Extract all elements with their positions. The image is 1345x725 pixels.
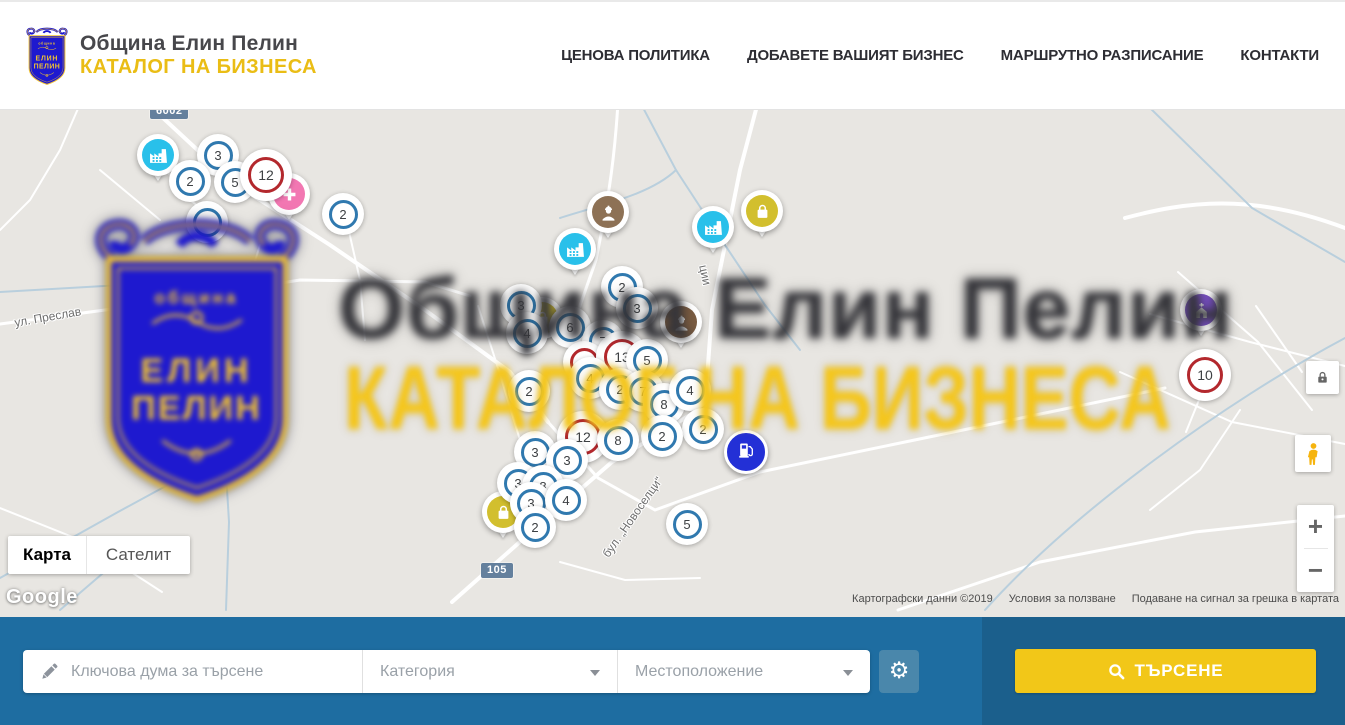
- map-canvas[interactable]: 6002105ул. Преславбул. „Новоселци“ции 32…: [0, 110, 1345, 617]
- map-cluster[interactable]: 2: [682, 408, 724, 450]
- pencil-icon: [40, 662, 59, 681]
- location-select-value: Местоположение: [635, 663, 763, 681]
- map-cluster[interactable]: 5: [666, 503, 708, 545]
- site-subtitle: КАТАЛОГ НА БИЗНЕСА: [80, 56, 317, 79]
- search-input-group: Категория Местоположение: [23, 650, 870, 693]
- lock-icon: [1315, 370, 1330, 385]
- keyword-search-input[interactable]: [71, 663, 362, 681]
- zoom-control: + −: [1297, 505, 1334, 592]
- map-cluster[interactable]: 2: [508, 370, 550, 412]
- factory-icon: [559, 233, 591, 265]
- factory-pin[interactable]: [554, 228, 596, 284]
- fuel-pin[interactable]: [724, 430, 768, 474]
- nav-contacts[interactable]: КОНТАКТИ: [1240, 47, 1319, 64]
- lock-button[interactable]: [1306, 361, 1339, 394]
- worker-pin[interactable]: [660, 301, 702, 357]
- keyword-field-section: [23, 650, 362, 693]
- site-title: Община Елин Пелин: [80, 32, 317, 56]
- attribution-copyright: Картографски данни ©2019: [852, 593, 993, 605]
- gear-icon: ⚙: [889, 660, 910, 683]
- location-select[interactable]: Местоположение: [617, 650, 870, 693]
- map-cluster[interactable]: [186, 201, 228, 243]
- map-cluster[interactable]: 2: [169, 160, 211, 202]
- map-cluster[interactable]: 10: [1179, 349, 1231, 401]
- map-type-control: Карта Сателит: [8, 536, 190, 574]
- search-button[interactable]: ТЪРСЕНЕ: [1015, 649, 1316, 693]
- map-cluster[interactable]: 3: [616, 287, 658, 329]
- bag-icon: [746, 195, 778, 227]
- search-bar: Категория Местоположение ⚙ ТЪРСЕНЕ: [0, 617, 1345, 725]
- terms-of-use-link[interactable]: Условия за ползване: [1009, 593, 1116, 605]
- factory-pin[interactable]: [692, 206, 734, 262]
- map-type-satellite-button[interactable]: Сателит: [86, 536, 190, 574]
- pegman-button[interactable]: [1295, 435, 1331, 472]
- chevron-down-icon: [590, 670, 600, 676]
- map-cluster[interactable]: 2: [641, 415, 683, 457]
- report-map-error-link[interactable]: Подаване на сигнал за грешка в картата: [1132, 593, 1339, 605]
- zoom-in-button[interactable]: +: [1297, 505, 1334, 548]
- bag-pin[interactable]: [741, 190, 783, 246]
- map-type-map-button[interactable]: Карта: [8, 536, 86, 574]
- church-icon: [1185, 294, 1217, 326]
- church-pin[interactable]: [1180, 289, 1222, 345]
- site-header: община ЕЛИН ПЕЛИН Община Елин Пелин КАТА…: [0, 0, 1345, 110]
- map-cluster[interactable]: 12: [240, 149, 292, 201]
- category-select-value: Категория: [380, 663, 455, 681]
- zoom-out-button[interactable]: −: [1297, 549, 1334, 592]
- chevron-down-icon: [843, 670, 853, 676]
- municipality-logo: община ЕЛИН ПЕЛИН: [24, 26, 70, 86]
- map-cluster[interactable]: 4: [669, 369, 711, 411]
- nav-pricing-policy[interactable]: ЦЕНОВА ПОЛИТИКА: [561, 47, 710, 64]
- factory-icon: [142, 139, 174, 171]
- search-button-label: ТЪРСЕНЕ: [1135, 661, 1224, 681]
- category-select[interactable]: Категория: [362, 650, 617, 693]
- fuel-icon: [737, 441, 755, 464]
- map-cluster[interactable]: 2: [322, 193, 364, 235]
- map-cluster[interactable]: 2: [514, 506, 556, 548]
- factory-icon: [697, 211, 729, 243]
- advanced-search-button[interactable]: ⚙: [879, 650, 919, 693]
- main-nav: ЦЕНОВА ПОЛИТИКА ДОБАВЕТЕ ВАШИЯТ БИЗНЕС М…: [561, 47, 1321, 64]
- search-icon: [1108, 663, 1125, 680]
- nav-route-schedule[interactable]: МАРШРУТНО РАЗПИСАНИЕ: [1001, 47, 1204, 64]
- map-attribution: Картографски данни ©2019 Условия за полз…: [852, 593, 1339, 605]
- worker-icon: [592, 196, 624, 228]
- site-brand[interactable]: община ЕЛИН ПЕЛИН Община Елин Пелин КАТА…: [24, 26, 317, 86]
- map-cluster[interactable]: 4: [506, 312, 548, 354]
- map-markers: 325122233647135422784221283338342510: [0, 110, 1345, 617]
- map-cluster[interactable]: 8: [597, 419, 639, 461]
- nav-add-your-business[interactable]: ДОБАВЕТЕ ВАШИЯТ БИЗНЕС: [747, 47, 964, 64]
- pegman-icon: [1305, 442, 1322, 466]
- worker-icon: [665, 306, 697, 338]
- google-logo[interactable]: Google: [6, 586, 78, 609]
